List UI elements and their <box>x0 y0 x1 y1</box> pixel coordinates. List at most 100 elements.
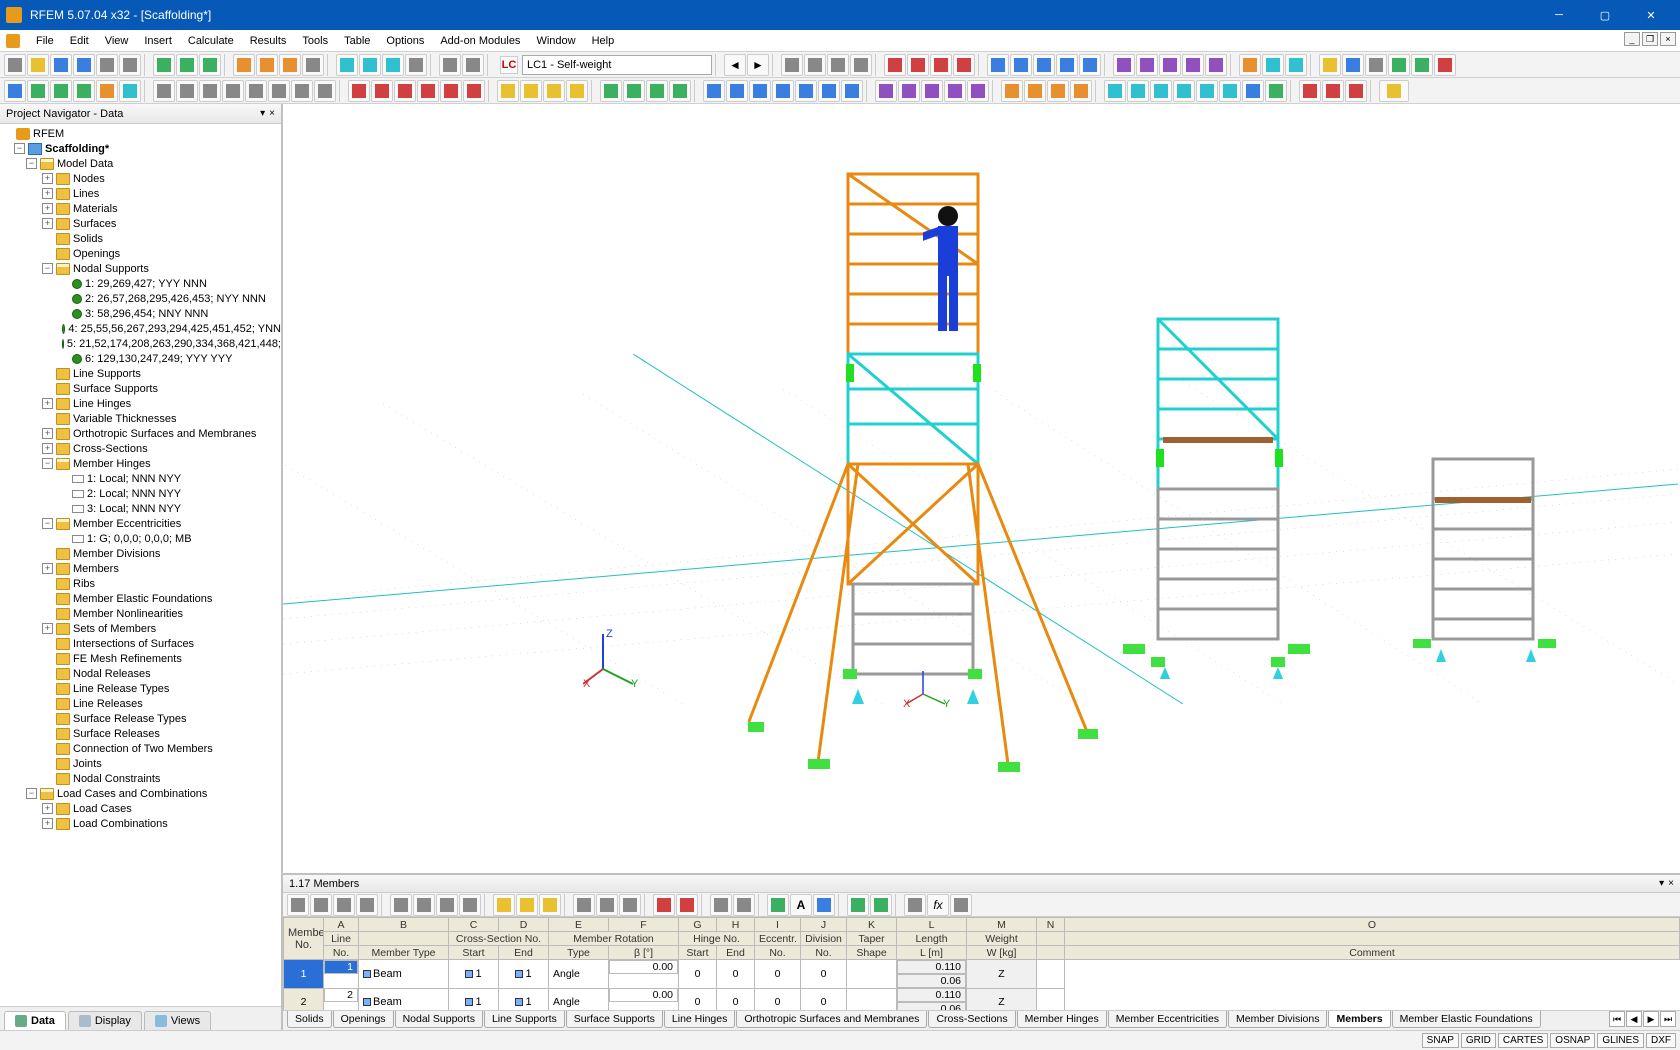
tb-17[interactable] <box>1182 54 1204 76</box>
tree-nodal-supports[interactable]: Nodal Supports <box>73 263 149 275</box>
close-panel-icon[interactable]: × <box>269 108 275 119</box>
tb-5[interactable] <box>884 54 906 76</box>
tb2-16[interactable] <box>520 80 542 102</box>
tb-15[interactable] <box>1136 54 1158 76</box>
find-button[interactable] <box>302 54 324 76</box>
navigator-tree[interactable]: RFEM −Scaffolding* −Model Data +Nodes +L… <box>0 124 281 1006</box>
tree-member-hinge-1[interactable]: 1: Local; NNN NYY <box>87 473 181 485</box>
tree-member-ecc[interactable]: Member Eccentricities <box>73 518 181 530</box>
tree-member-ecc-1[interactable]: 1: G; 0,0,0; 0,0,0; MB <box>87 533 192 545</box>
btab-member-divisions[interactable]: Member Divisions <box>1228 1011 1327 1028</box>
ttb-9[interactable] <box>516 894 538 916</box>
menu-help[interactable]: Help <box>584 32 623 50</box>
ttb-csv-button[interactable] <box>870 894 892 916</box>
tree-nodal-support-4[interactable]: 4: 25,55,56,267,293,294,425,451,452; YNN <box>68 323 281 335</box>
tb-7[interactable] <box>930 54 952 76</box>
tb2-30[interactable] <box>875 80 897 102</box>
nav-tab-views[interactable]: Views <box>144 1011 211 1030</box>
tree-srt[interactable]: Surface Release Types <box>73 713 187 725</box>
btab-cross-sections[interactable]: Cross-Sections <box>928 1011 1015 1028</box>
ttb-8[interactable] <box>459 894 481 916</box>
menu-file[interactable]: File <box>28 32 62 50</box>
tb-4[interactable] <box>850 54 872 76</box>
tree-openings[interactable]: Openings <box>73 248 120 260</box>
menu-window[interactable]: Window <box>528 32 583 50</box>
tb2-14[interactable] <box>463 80 485 102</box>
btab-members[interactable]: Members <box>1328 1011 1390 1028</box>
tb2-5[interactable] <box>245 80 267 102</box>
tree-member-hinge-3[interactable]: 3: Local; NNN NYY <box>87 503 181 515</box>
tb2-33[interactable] <box>944 80 966 102</box>
tb2-39[interactable] <box>1104 80 1126 102</box>
tb2-26[interactable] <box>772 80 794 102</box>
btab-member-hinges[interactable]: Member Hinges <box>1017 1011 1107 1028</box>
tree-cross-sections[interactable]: Cross-Sections <box>73 443 148 455</box>
mdi-close-button[interactable]: × <box>1660 32 1676 46</box>
tb-24[interactable] <box>1365 54 1387 76</box>
tb2-31[interactable] <box>898 80 920 102</box>
ttb-18[interactable] <box>767 894 789 916</box>
menu-results[interactable]: Results <box>242 32 295 50</box>
print-button[interactable] <box>96 54 118 76</box>
tree-model-data[interactable]: Model Data <box>57 158 113 170</box>
ttb-13[interactable] <box>619 894 641 916</box>
tb2-45[interactable] <box>1242 80 1264 102</box>
tb2-34[interactable] <box>967 80 989 102</box>
ttb-16[interactable] <box>710 894 732 916</box>
pin-icon[interactable]: ▾ <box>260 108 265 119</box>
tree-solids[interactable]: Solids <box>73 233 103 245</box>
loadcase-selector[interactable] <box>522 55 712 75</box>
ttb-17[interactable] <box>733 894 755 916</box>
btab-surface-supports[interactable]: Surface Supports <box>566 1011 663 1028</box>
tb-22[interactable] <box>1319 54 1341 76</box>
report-button[interactable] <box>405 54 427 76</box>
ttb-6[interactable] <box>413 894 435 916</box>
tb2-19[interactable] <box>600 80 622 102</box>
ttb-5[interactable] <box>390 894 412 916</box>
btab-line-hinges[interactable]: Line Hinges <box>664 1011 735 1028</box>
calc-button[interactable] <box>336 54 358 76</box>
tree-load-comb[interactable]: Load Combinations <box>73 818 168 830</box>
tree-nodal-support-1[interactable]: 1: 29,269,427; YYY NNN <box>85 278 207 290</box>
tree-materials[interactable]: Materials <box>73 203 118 215</box>
table-close-icon[interactable]: × <box>1668 878 1674 889</box>
tb2-13[interactable] <box>440 80 462 102</box>
btab-nodal-supports[interactable]: Nodal Supports <box>395 1011 483 1028</box>
select-rect-button[interactable] <box>256 54 278 76</box>
tree-mnl[interactable]: Member Nonlinearities <box>73 608 183 620</box>
menu-calculate[interactable]: Calculate <box>180 32 242 50</box>
tree-members[interactable]: Members <box>73 563 119 575</box>
tree-fe-mesh[interactable]: FE Mesh Refinements <box>73 653 182 665</box>
status-snap[interactable]: SNAP <box>1422 1033 1459 1048</box>
tb2-24[interactable] <box>726 80 748 102</box>
tree-mef[interactable]: Member Elastic Foundations <box>73 593 212 605</box>
tb2-2[interactable] <box>176 80 198 102</box>
tree-nodal-constraints[interactable]: Nodal Constraints <box>73 773 160 785</box>
prev-loadcase-button[interactable]: ◄ <box>724 54 746 76</box>
member-button[interactable] <box>96 80 118 102</box>
tb2-10[interactable] <box>371 80 393 102</box>
history-button[interactable] <box>199 54 221 76</box>
tb2-15[interactable] <box>497 80 519 102</box>
menu-addon-modules[interactable]: Add-on Modules <box>432 32 528 50</box>
ttb-4[interactable] <box>356 894 378 916</box>
status-cartes[interactable]: CARTES <box>1498 1033 1548 1048</box>
tree-lrt[interactable]: Line Release Types <box>73 683 169 695</box>
redo-button[interactable] <box>176 54 198 76</box>
tb2-12[interactable] <box>417 80 439 102</box>
table-pin-icon[interactable]: ▾ <box>1659 878 1664 889</box>
tb2-8[interactable] <box>314 80 336 102</box>
tb2-35[interactable] <box>1001 80 1023 102</box>
tb2-11[interactable] <box>394 80 416 102</box>
tb-13[interactable] <box>1079 54 1101 76</box>
tb-27[interactable] <box>1434 54 1456 76</box>
tb2-27[interactable] <box>795 80 817 102</box>
tb-26[interactable] <box>1411 54 1433 76</box>
menu-insert[interactable]: Insert <box>136 32 180 50</box>
tb2-40[interactable] <box>1127 80 1149 102</box>
status-glines[interactable]: GLINES <box>1597 1033 1644 1048</box>
tabs-first-button[interactable]: ⏮ <box>1609 1011 1625 1027</box>
tb-14[interactable] <box>1113 54 1135 76</box>
open-button[interactable] <box>27 54 49 76</box>
ttb-14[interactable] <box>653 894 675 916</box>
